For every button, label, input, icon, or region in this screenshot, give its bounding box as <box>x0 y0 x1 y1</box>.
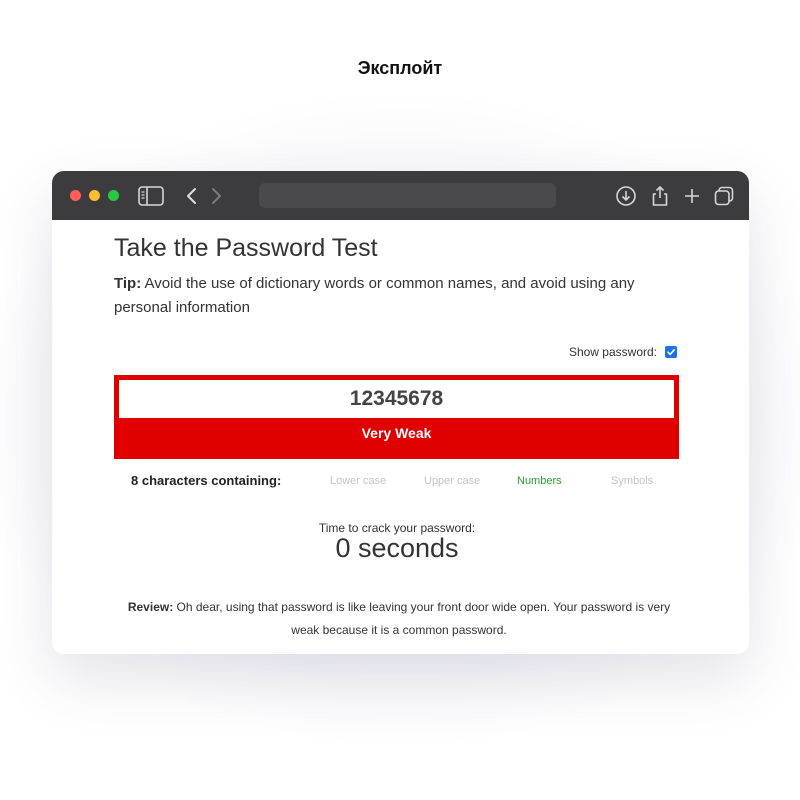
download-icon[interactable] <box>615 185 637 207</box>
page-title: Take the Password Test <box>114 234 378 262</box>
strength-label: Very Weak <box>361 425 432 441</box>
crack-time-value: 0 seconds <box>335 533 459 563</box>
review-text: Review: Oh dear, using that password is … <box>124 596 674 642</box>
criterion-lower-case: Lower case <box>330 475 387 487</box>
review-label: Review: <box>127 600 174 614</box>
criteria-summary: 8 characters containing: <box>131 473 282 488</box>
show-password-checkbox[interactable] <box>665 346 677 358</box>
show-password-label: Show password: <box>568 345 657 359</box>
page-content: Take the Password Test Tip: Avoid the us… <box>52 220 749 654</box>
tip-text: Tip: Avoid the use of dictionary words o… <box>114 272 659 320</box>
back-icon[interactable] <box>182 185 204 207</box>
password-strength-box: 12345678 Very Weak <box>114 375 679 459</box>
address-bar[interactable] <box>259 183 556 208</box>
share-icon[interactable] <box>649 185 671 207</box>
sidebar-icon[interactable] <box>138 185 164 207</box>
forward-icon[interactable] <box>204 185 226 207</box>
brand-title: Эксплойт <box>357 58 443 78</box>
browser-toolbar <box>52 171 749 220</box>
tip-body: Avoid the use of dictionary words or com… <box>114 275 635 316</box>
minimize-window-button[interactable] <box>89 190 100 201</box>
show-password-toggle[interactable]: Show password: <box>569 345 677 359</box>
zoom-window-button[interactable] <box>108 190 119 201</box>
criterion-numbers: Numbers <box>517 475 562 487</box>
criterion-symbols: Symbols <box>611 475 654 487</box>
password-input[interactable]: 12345678 <box>119 380 674 418</box>
close-window-button[interactable] <box>70 190 81 201</box>
criterion-upper-case: Upper case <box>424 475 481 487</box>
tip-label: Tip: <box>114 275 142 292</box>
tabs-overview-icon[interactable] <box>713 185 735 207</box>
new-tab-icon[interactable] <box>681 185 703 207</box>
review-body: Oh dear, using that password is like lea… <box>173 600 671 637</box>
browser-window: Take the Password Test Tip: Avoid the us… <box>52 171 749 654</box>
